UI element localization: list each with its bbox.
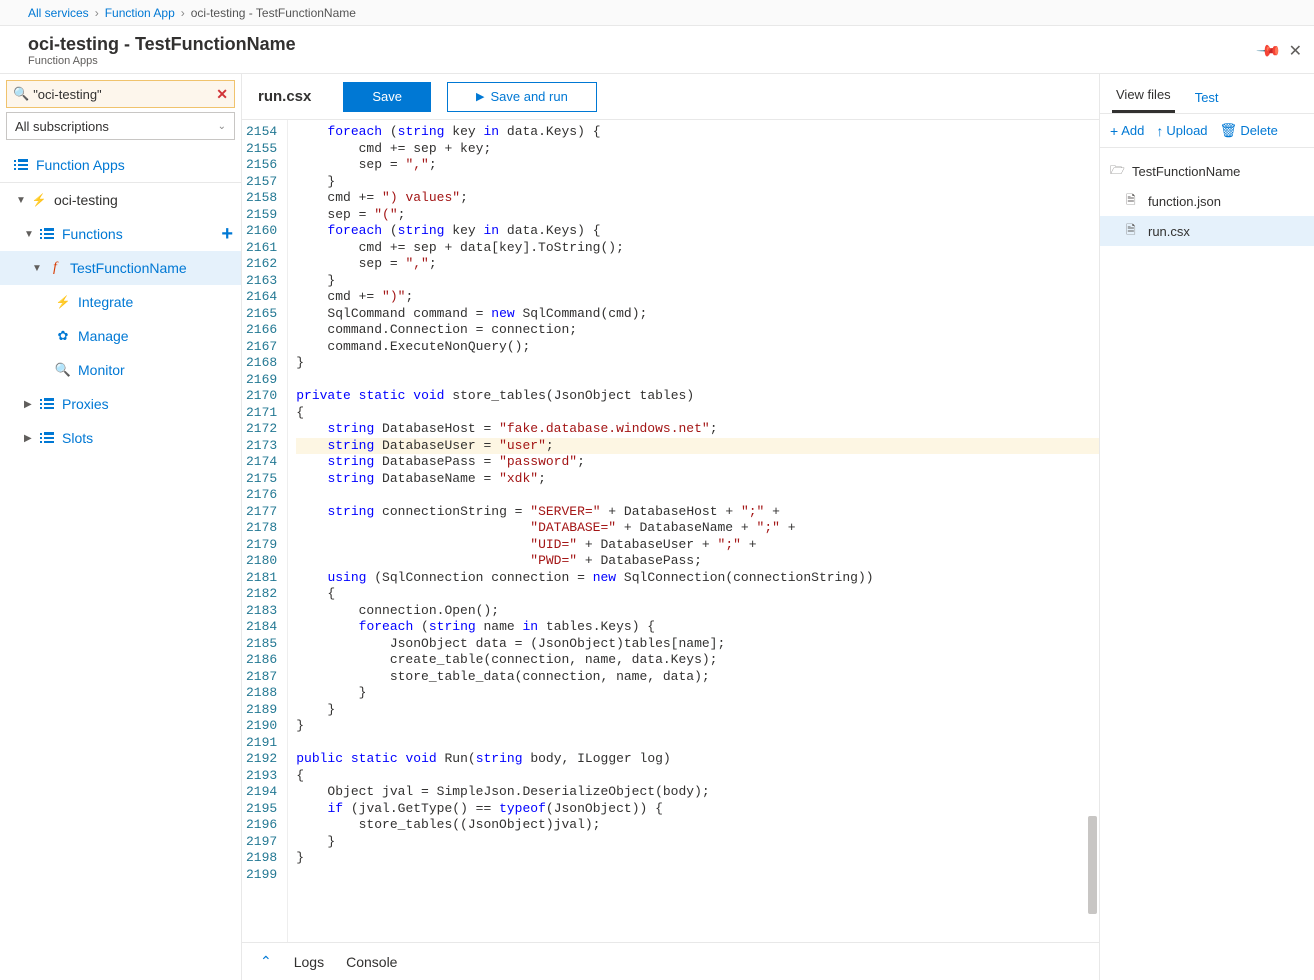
action-label: Add bbox=[1121, 123, 1144, 138]
nav-slots[interactable]: ▶ Slots bbox=[0, 421, 241, 455]
tab-view-files[interactable]: View files bbox=[1112, 79, 1175, 113]
bolt-icon: ⚡ bbox=[54, 295, 72, 309]
editor-scrollbar[interactable] bbox=[1088, 124, 1097, 938]
folder-icon: 🗁 bbox=[1110, 161, 1128, 182]
caret-down-icon: ▼ bbox=[24, 229, 36, 240]
upload-icon: ↑ bbox=[1156, 123, 1163, 139]
nav-label: TestFunctionName bbox=[70, 260, 233, 276]
nav-app-node[interactable]: ▼ ⚡ oci-testing bbox=[0, 183, 241, 217]
pin-icon[interactable]: 📌 bbox=[1255, 36, 1283, 64]
list-icon bbox=[38, 398, 56, 410]
clear-search-icon[interactable]: ✕ bbox=[216, 86, 228, 103]
chevron-right-icon: › bbox=[95, 6, 99, 20]
nav-manage[interactable]: ✿ Manage bbox=[0, 319, 241, 353]
breadcrumb: All services › Function App › oci-testin… bbox=[0, 0, 1314, 26]
editor-pane: run.csx Save ▶ Save and run 215421552156… bbox=[242, 74, 1100, 980]
search-input-wrapper: 🔍 ✕ bbox=[6, 80, 235, 108]
page-header: oci-testing - TestFunctionName Function … bbox=[0, 26, 1314, 74]
nav-label: Integrate bbox=[78, 294, 233, 310]
upload-button[interactable]: ↑Upload bbox=[1156, 123, 1207, 139]
chevron-up-icon[interactable]: ⌃ bbox=[260, 953, 272, 970]
bottom-bar: ⌃ Logs Console bbox=[242, 942, 1099, 980]
line-number-gutter: 2154215521562157215821592160216121622163… bbox=[242, 120, 288, 942]
list-icon bbox=[12, 159, 30, 171]
search-icon: 🔍 bbox=[13, 86, 29, 102]
caret-down-icon: ▼ bbox=[32, 263, 44, 274]
play-icon: ▶ bbox=[476, 90, 484, 103]
nav-label: Functions bbox=[62, 226, 221, 242]
tree-label: function.json bbox=[1148, 194, 1221, 209]
page-subtitle: Function Apps bbox=[28, 55, 296, 67]
file-tree-item[interactable]: 🗎 run.csx bbox=[1100, 216, 1314, 246]
chevron-right-icon: › bbox=[181, 6, 185, 20]
add-function-icon[interactable]: + bbox=[221, 223, 233, 246]
close-icon[interactable]: ✕ bbox=[1289, 41, 1302, 61]
nav-integrate[interactable]: ⚡ Integrate bbox=[0, 285, 241, 319]
list-icon bbox=[38, 228, 56, 240]
logs-tab[interactable]: Logs bbox=[294, 954, 324, 970]
caret-right-icon: ▶ bbox=[24, 399, 36, 410]
scrollbar-thumb[interactable] bbox=[1088, 816, 1097, 914]
page-title: oci-testing - TestFunctionName bbox=[28, 34, 296, 55]
nav-functions[interactable]: ▼ Functions + bbox=[0, 217, 241, 251]
subscriptions-label: All subscriptions bbox=[15, 119, 109, 134]
action-label: Delete bbox=[1240, 123, 1278, 138]
breadcrumb-link[interactable]: All services bbox=[28, 6, 89, 20]
file-tree: 🗁 TestFunctionName 🗎 function.json 🗎 run.csx bbox=[1100, 148, 1314, 254]
nav-label: Slots bbox=[62, 430, 233, 446]
nav-function-item[interactable]: ▼ f TestFunctionName bbox=[0, 251, 241, 285]
magnifier-icon: 🔍 bbox=[54, 362, 72, 378]
action-label: Upload bbox=[1166, 123, 1207, 138]
function-icon: f bbox=[46, 260, 64, 276]
nav-label: Manage bbox=[78, 328, 233, 344]
nav-label: Function Apps bbox=[36, 157, 233, 173]
delete-button[interactable]: 🗑Delete bbox=[1220, 122, 1278, 139]
tree-label: TestFunctionName bbox=[1132, 164, 1240, 179]
nav-function-apps[interactable]: Function Apps bbox=[0, 148, 241, 182]
tree-label: run.csx bbox=[1148, 224, 1190, 239]
nav-label: Proxies bbox=[62, 396, 233, 412]
plus-icon: + bbox=[1110, 123, 1118, 139]
search-input[interactable] bbox=[33, 87, 216, 102]
breadcrumb-current: oci-testing - TestFunctionName bbox=[191, 6, 356, 20]
save-button[interactable]: Save bbox=[343, 82, 431, 112]
right-panel: View files Test +Add ↑Upload 🗑Delete 🗁 Te… bbox=[1100, 74, 1314, 980]
caret-right-icon: ▶ bbox=[24, 433, 36, 444]
file-icon: 🗎 bbox=[1126, 221, 1144, 242]
file-tree-item[interactable]: 🗎 function.json bbox=[1100, 186, 1314, 216]
code-area[interactable]: foreach (string key in data.Keys) { cmd … bbox=[288, 120, 1099, 942]
nav-proxies[interactable]: ▶ Proxies bbox=[0, 387, 241, 421]
subscriptions-dropdown[interactable]: All subscriptions ⌄ bbox=[6, 112, 235, 140]
editor-toolbar: run.csx Save ▶ Save and run bbox=[242, 74, 1099, 120]
caret-down-icon: ▼ bbox=[16, 195, 28, 206]
add-file-button[interactable]: +Add bbox=[1110, 123, 1144, 139]
save-and-run-button[interactable]: ▶ Save and run bbox=[447, 82, 597, 112]
chevron-down-icon: ⌄ bbox=[218, 121, 226, 132]
tab-test[interactable]: Test bbox=[1191, 82, 1223, 113]
file-icon: 🗎 bbox=[1126, 191, 1144, 212]
right-actions: +Add ↑Upload 🗑Delete bbox=[1100, 114, 1314, 148]
breadcrumb-link[interactable]: Function App bbox=[105, 6, 175, 20]
trash-icon: 🗑 bbox=[1220, 122, 1238, 139]
list-icon bbox=[38, 432, 56, 444]
code-editor[interactable]: 2154215521562157215821592160216121622163… bbox=[242, 120, 1099, 942]
right-tabs: View files Test bbox=[1100, 74, 1314, 114]
file-tree-root[interactable]: 🗁 TestFunctionName bbox=[1100, 156, 1314, 186]
function-app-icon: ⚡ bbox=[30, 193, 48, 207]
nav-label: oci-testing bbox=[54, 192, 233, 208]
nav-monitor[interactable]: 🔍 Monitor bbox=[0, 353, 241, 387]
console-tab[interactable]: Console bbox=[346, 954, 397, 970]
nav-label: Monitor bbox=[78, 362, 233, 378]
sidebar: 🔍 ✕ All subscriptions ⌄ Function Apps ▼ … bbox=[0, 74, 242, 980]
editor-filename: run.csx bbox=[258, 88, 311, 105]
button-label: Save and run bbox=[490, 89, 567, 104]
gear-icon: ✿ bbox=[54, 328, 72, 344]
